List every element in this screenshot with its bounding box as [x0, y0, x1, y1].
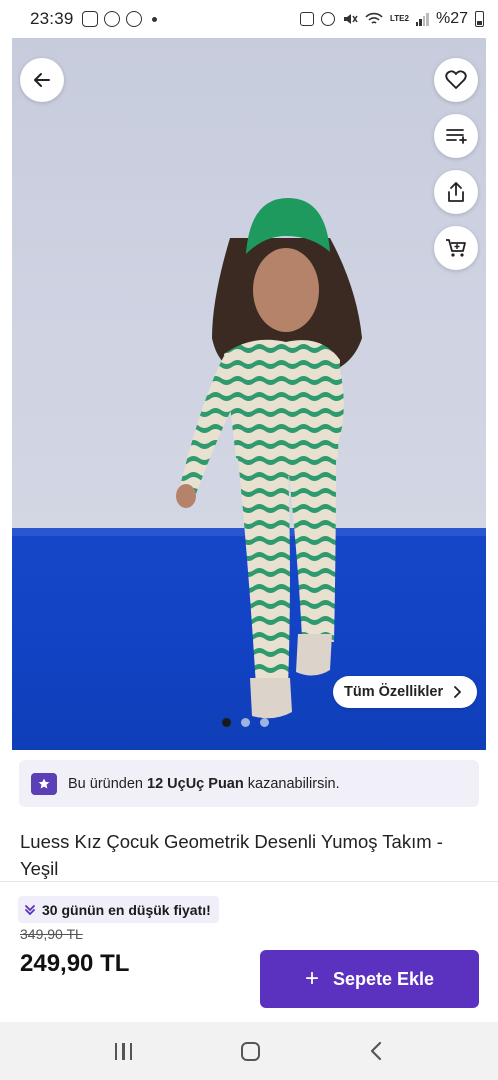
cart-icon: [446, 239, 466, 257]
points-banner: Bu üründen 12 UçUç Puan kazanabilirsin.: [19, 760, 479, 807]
price-bar: 30 günün en düşük fiyatı! 349,90 TL 249,…: [0, 881, 498, 1022]
cart-shortcut-button[interactable]: [434, 226, 478, 270]
all-features-button[interactable]: Tüm Özellikler: [333, 676, 478, 708]
home-button[interactable]: [241, 1041, 261, 1061]
lock-icon: [300, 12, 314, 26]
status-time: 23:39: [30, 9, 74, 28]
product-image[interactable]: Tüm Özellikler: [12, 38, 486, 750]
chevron-right-icon: [454, 686, 462, 698]
notification-icon: [125, 11, 142, 27]
lowest-price-badge: 30 günün en düşük fiyatı!: [18, 896, 219, 923]
current-price: 249,90 TL: [20, 950, 130, 977]
signal-icon: [415, 12, 429, 26]
pagination-dot[interactable]: [260, 718, 269, 727]
points-suffix: kazanabilirsin.: [247, 775, 340, 792]
compare-button[interactable]: [434, 114, 478, 158]
dot-icon: [151, 16, 157, 22]
product-title: Luess Kız Çocuk Geometrik Desenli Yumoş …: [20, 831, 443, 879]
system-navigation-bar: [0, 1022, 498, 1080]
pagination-dot[interactable]: [222, 718, 231, 727]
old-price: 349,90 TL: [20, 926, 83, 942]
points-text: Bu üründen 12 UçUç Puan kazanabilirsin.: [68, 776, 340, 792]
share-icon: [448, 182, 464, 202]
battery-label: %27: [435, 10, 468, 27]
add-to-cart-label: Sepete Ekle: [332, 968, 435, 989]
status-bar: 23:39 LTE2 %27: [0, 0, 498, 38]
pagination-dot[interactable]: [241, 718, 250, 727]
alarm-icon: [321, 12, 335, 26]
heart-icon: [445, 70, 467, 89]
all-features-label: Tüm Özellikler: [344, 684, 444, 700]
list-add-icon: [446, 129, 467, 144]
points-amount: 12 UçUç Puan: [147, 775, 244, 792]
back-button[interactable]: [20, 58, 64, 102]
whatsapp-icon: [103, 11, 120, 27]
plus-icon: +: [304, 965, 319, 992]
instagram-icon: [81, 11, 98, 27]
mute-icon: [344, 14, 358, 24]
recent-apps-button[interactable]: [114, 1042, 133, 1060]
image-pagination: [222, 718, 269, 727]
product-photo-illustration: [176, 198, 362, 719]
battery-icon: [475, 11, 484, 27]
add-to-cart-button[interactable]: + Sepete Ekle: [260, 950, 479, 1008]
wifi-icon: [365, 12, 383, 24]
lowest-price-label: 30 günün en düşük fiyatı!: [42, 901, 211, 918]
arrow-left-icon: [34, 73, 50, 87]
points-prefix: Bu üründen: [68, 775, 143, 792]
star-ticket-icon: [31, 772, 57, 795]
share-button[interactable]: [434, 170, 478, 214]
back-nav-button[interactable]: [369, 1041, 383, 1061]
network-label: LTE2: [390, 14, 409, 23]
favorite-button[interactable]: [434, 58, 478, 102]
double-chevron-down-icon: [25, 904, 35, 915]
